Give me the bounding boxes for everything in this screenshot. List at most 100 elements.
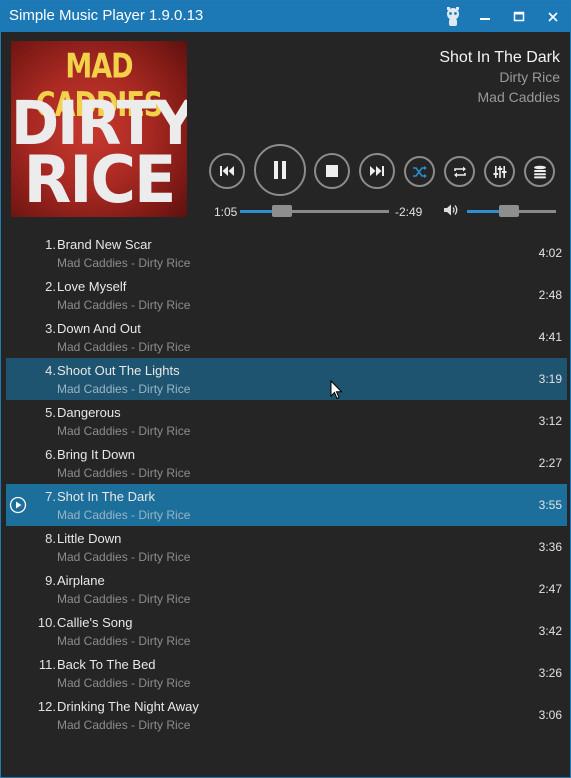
track-artist-album: Mad Caddies - Dirty Rice bbox=[57, 634, 191, 648]
track-title: Brand New Scar bbox=[57, 237, 152, 252]
track-artist-album: Mad Caddies - Dirty Rice bbox=[57, 718, 191, 732]
track-duration: 3:12 bbox=[538, 414, 562, 428]
track-number: 7. bbox=[45, 489, 56, 504]
track-row[interactable]: 9. Airplane Mad Caddies - Dirty Rice 2:47 bbox=[6, 568, 567, 610]
track-title: Shot In The Dark bbox=[57, 489, 156, 504]
track-artist-album: Mad Caddies - Dirty Rice bbox=[57, 382, 191, 396]
mascot-icon[interactable] bbox=[444, 7, 462, 27]
skip-back-icon bbox=[220, 166, 234, 176]
stop-icon bbox=[326, 165, 338, 177]
track-artist-album: Mad Caddies - Dirty Rice bbox=[57, 466, 191, 480]
minimize-button[interactable] bbox=[468, 1, 502, 32]
track-artist-album: Mad Caddies - Dirty Rice bbox=[57, 550, 191, 564]
shuffle-icon bbox=[412, 165, 427, 178]
track-number: 11. bbox=[38, 657, 56, 672]
track-title: Bring It Down bbox=[57, 447, 136, 462]
skip-forward-icon bbox=[370, 166, 384, 176]
track-number: 3. bbox=[45, 321, 56, 336]
track-title: Shoot Out The Lights bbox=[57, 363, 180, 378]
now-playing-title: Shot In The Dark bbox=[439, 49, 560, 66]
seek-bar[interactable] bbox=[240, 210, 389, 213]
title-bar[interactable]: Simple Music Player 1.9.0.13 bbox=[1, 1, 570, 32]
playlist: 1. Brand New Scar Mad Caddies - Dirty Rice… bbox=[6, 232, 567, 736]
track-duration: 3:55 bbox=[538, 498, 562, 512]
track-duration: 3:26 bbox=[538, 666, 562, 680]
volume-thumb[interactable] bbox=[498, 205, 519, 217]
volume-icon[interactable] bbox=[443, 203, 459, 217]
track-row[interactable]: 3. Down And Out Mad Caddies - Dirty Rice 4:… bbox=[6, 316, 567, 358]
track-artist-album: Mad Caddies - Dirty Rice bbox=[57, 508, 191, 522]
shuffle-button[interactable] bbox=[404, 156, 435, 187]
track-number: 9. bbox=[45, 573, 56, 588]
track-artist-album: Mad Caddies - Dirty Rice bbox=[57, 676, 191, 690]
repeat-button[interactable] bbox=[444, 156, 475, 187]
track-duration: 4:41 bbox=[538, 330, 562, 344]
track-row[interactable]: 5. Dangerous Mad Caddies - Dirty Rice 3:12 bbox=[6, 400, 567, 442]
minimize-icon bbox=[480, 17, 490, 20]
stop-button[interactable] bbox=[314, 153, 350, 189]
now-playing-artist: Mad Caddies bbox=[477, 89, 561, 105]
track-duration: 3:19 bbox=[538, 372, 562, 386]
close-button[interactable] bbox=[536, 1, 570, 32]
track-duration: 2:27 bbox=[538, 456, 562, 470]
remaining-time: -2:49 bbox=[395, 205, 423, 219]
equalizer-icon bbox=[493, 165, 506, 178]
track-artist-album: Mad Caddies - Dirty Rice bbox=[57, 256, 191, 270]
track-artist-album: Mad Caddies - Dirty Rice bbox=[57, 298, 191, 312]
database-icon bbox=[533, 165, 546, 178]
next-button[interactable] bbox=[359, 153, 395, 189]
track-row[interactable]: 4. Shoot Out The Lights Mad Caddies - Dirt… bbox=[6, 358, 567, 400]
track-duration: 3:42 bbox=[538, 624, 562, 638]
window-title: Simple Music Player 1.9.0.13 bbox=[9, 7, 204, 24]
close-icon bbox=[548, 11, 558, 22]
track-duration: 2:48 bbox=[538, 288, 562, 302]
track-number: 10. bbox=[37, 615, 56, 630]
track-title: Airplane bbox=[57, 573, 105, 588]
track-row[interactable]: 12. Drinking The Night Away Mad Caddies - … bbox=[6, 694, 567, 736]
track-title: Little Down bbox=[57, 531, 122, 546]
maximize-button[interactable] bbox=[502, 1, 536, 32]
track-row[interactable]: 1. Brand New Scar Mad Caddies - Dirty Rice… bbox=[6, 232, 567, 274]
mouse-cursor-icon bbox=[330, 380, 343, 400]
track-title: Back To The Bed bbox=[57, 657, 156, 672]
track-artist-album: Mad Caddies - Dirty Rice bbox=[57, 424, 191, 438]
now-playing-icon bbox=[9, 496, 27, 514]
track-title: Callie's Song bbox=[57, 615, 133, 630]
library-button[interactable] bbox=[524, 156, 555, 187]
equalizer-button[interactable] bbox=[484, 156, 515, 187]
track-row[interactable]: 6. Bring It Down Mad Caddies - Dirty Rice 2… bbox=[6, 442, 567, 484]
track-number: 6. bbox=[45, 447, 56, 462]
track-artist-album: Mad Caddies - Dirty Rice bbox=[57, 592, 191, 606]
track-number: 4. bbox=[45, 363, 56, 378]
track-duration: 4:02 bbox=[538, 246, 562, 260]
track-row[interactable]: 8. Little Down Mad Caddies - Dirty Rice 3:3… bbox=[6, 526, 567, 568]
track-duration: 3:06 bbox=[538, 708, 562, 722]
maximize-icon bbox=[513, 11, 525, 21]
track-row[interactable]: 2. Love Myself Mad Caddies - Dirty Rice 2:4… bbox=[6, 274, 567, 316]
track-title: Down And Out bbox=[57, 321, 141, 336]
repeat-icon bbox=[453, 166, 466, 177]
previous-button[interactable] bbox=[209, 153, 245, 189]
track-title: Dangerous bbox=[57, 405, 121, 420]
track-row[interactable]: 7. Shot In The Dark Mad Caddies - Dirty Ri… bbox=[6, 484, 567, 526]
now-playing-album: Dirty Rice bbox=[499, 69, 560, 85]
pause-icon bbox=[274, 161, 286, 179]
track-number: 1. bbox=[45, 237, 56, 252]
track-number: 2. bbox=[45, 279, 56, 294]
album-art: MAD CADDIES DIRTY RICE bbox=[11, 41, 187, 217]
seek-thumb[interactable] bbox=[271, 205, 292, 217]
track-number: 5. bbox=[45, 405, 56, 420]
track-duration: 2:47 bbox=[538, 582, 562, 596]
track-title: Love Myself bbox=[57, 279, 127, 294]
track-number: 12. bbox=[37, 699, 56, 714]
track-row[interactable]: 10. Callie's Song Mad Caddies - Dirty Rice… bbox=[6, 610, 567, 652]
track-title: Drinking The Night Away bbox=[57, 699, 199, 714]
track-number: 8. bbox=[45, 531, 56, 546]
track-artist-album: Mad Caddies - Dirty Rice bbox=[57, 340, 191, 354]
track-row[interactable]: 11. Back To The Bed Mad Caddies - Dirty Ri… bbox=[6, 652, 567, 694]
pause-button[interactable] bbox=[254, 144, 306, 196]
app-window: Simple Music Player 1.9.0.13 MAD CADDIES… bbox=[0, 0, 571, 778]
album-art-line3: RICE bbox=[23, 141, 177, 217]
elapsed-time: 1:05 bbox=[214, 205, 238, 219]
track-duration: 3:36 bbox=[538, 540, 562, 554]
